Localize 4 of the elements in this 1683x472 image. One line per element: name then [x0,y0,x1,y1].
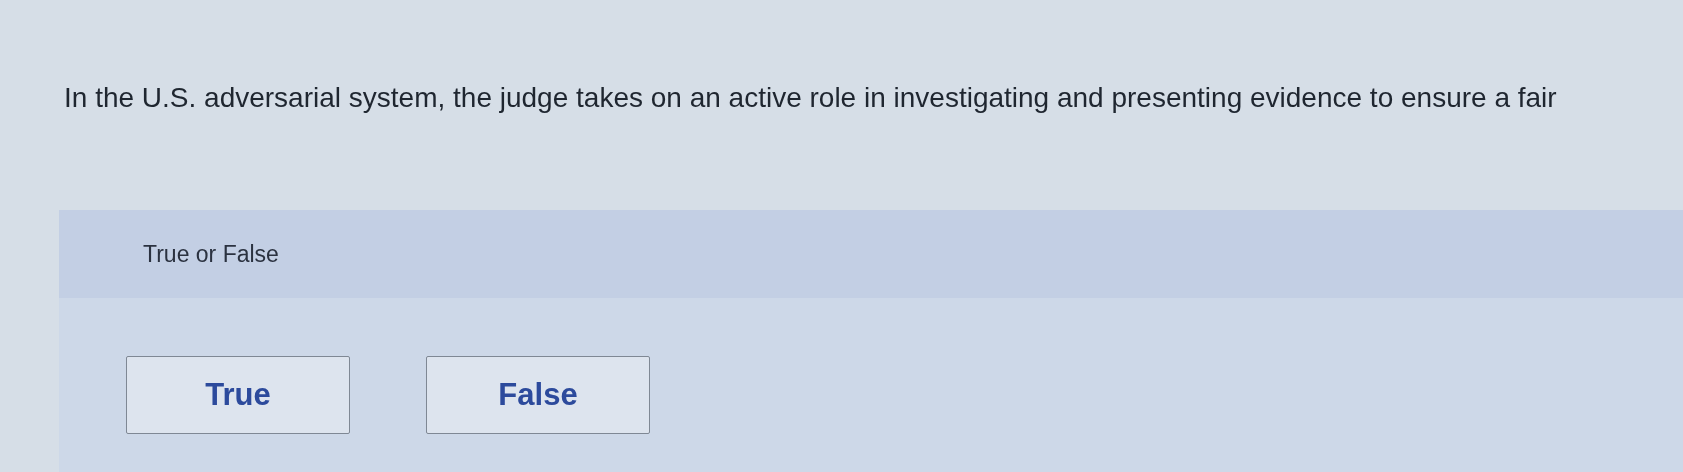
question-text: In the U.S. adversarial system, the judge takes on an active role in investigating and presenting evidence to ensure a fair [63,81,1558,115]
answer-option[interactable]: True [126,356,350,434]
prompt-text: True or False [143,240,279,268]
answer-option[interactable]: False [426,356,650,434]
